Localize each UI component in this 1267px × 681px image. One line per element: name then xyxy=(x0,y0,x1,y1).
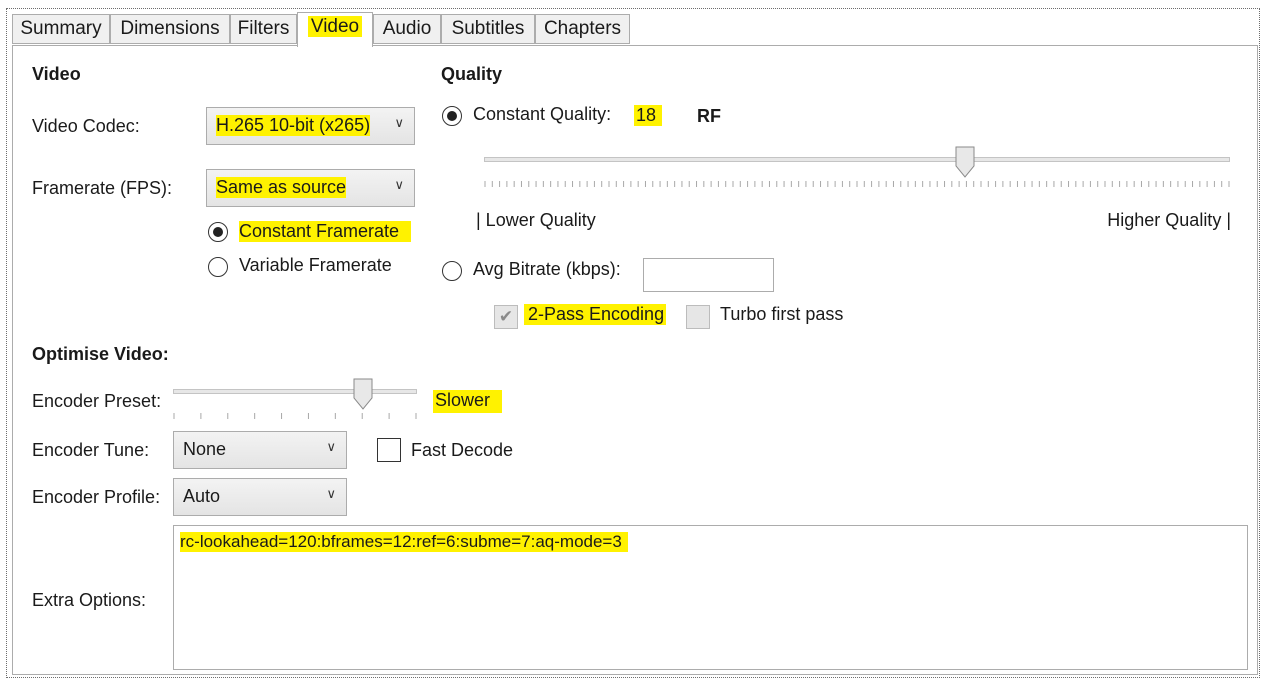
extra-options-textarea[interactable]: rc-lookahead=120:bframes=12:ref=6:subme=… xyxy=(173,525,1248,670)
two-pass-label: 2-Pass Encoding xyxy=(524,304,667,325)
two-pass-checkbox[interactable]: ✔ xyxy=(494,305,518,329)
constant-quality-label: Constant Quality: xyxy=(473,104,612,124)
tab-subtitles[interactable]: Subtitles xyxy=(441,14,535,44)
higher-quality-label: Higher Quality | xyxy=(1107,210,1231,230)
constant-framerate-label: Constant Framerate xyxy=(239,221,412,242)
variable-framerate-label: Variable Framerate xyxy=(239,255,392,275)
chevron-down-icon: ∨ xyxy=(326,439,336,454)
framerate-label: Framerate (FPS): xyxy=(32,178,173,198)
encoder-profile-label: Encoder Profile: xyxy=(32,487,161,507)
encoder-profile-dropdown[interactable]: Auto ∨ xyxy=(173,478,347,516)
turbo-first-pass-checkbox[interactable] xyxy=(686,305,710,329)
tab-filters[interactable]: Filters xyxy=(230,14,297,44)
tab-chapters[interactable]: Chapters xyxy=(535,14,630,44)
quality-section-title: Quality xyxy=(441,64,503,84)
quality-slider-ticks xyxy=(484,181,1230,187)
checkmark-icon: ✔ xyxy=(498,307,514,326)
tab-audio[interactable]: Audio xyxy=(373,14,441,44)
encoder-preset-value: Slower xyxy=(433,390,503,413)
avg-bitrate-label: Avg Bitrate (kbps): xyxy=(473,259,621,279)
variable-framerate-radio[interactable] xyxy=(208,257,228,277)
encoder-preset-slider-ticks xyxy=(173,413,417,419)
chevron-down-icon: ∨ xyxy=(394,177,404,192)
chevron-down-icon: ∨ xyxy=(394,115,404,130)
rf-label: RF xyxy=(697,106,721,126)
tab-summary[interactable]: Summary xyxy=(12,14,110,44)
video-section-title: Video xyxy=(32,64,81,84)
quality-slider-thumb[interactable] xyxy=(955,146,975,178)
encoder-tune-label: Encoder Tune: xyxy=(32,440,150,460)
encoder-preset-slider-track[interactable] xyxy=(173,389,417,394)
fast-decode-checkbox[interactable] xyxy=(377,438,401,462)
lower-quality-label: | Lower Quality xyxy=(476,210,596,230)
constant-framerate-radio[interactable] xyxy=(208,222,228,242)
optimise-section-title: Optimise Video: xyxy=(32,344,169,364)
video-codec-dropdown[interactable]: H.265 10-bit (x265) ∨ xyxy=(206,107,415,145)
constant-quality-radio[interactable] xyxy=(442,106,462,126)
extra-options-label: Extra Options: xyxy=(32,590,147,610)
encoder-profile-value: Auto xyxy=(183,486,221,506)
framerate-value: Same as source xyxy=(216,177,347,198)
video-codec-label: Video Codec: xyxy=(32,116,140,136)
constant-quality-value: 18 xyxy=(634,105,663,126)
chevron-down-icon: ∨ xyxy=(326,486,336,501)
quality-slider-track[interactable] xyxy=(484,157,1230,162)
tab-video[interactable]: Video xyxy=(297,12,373,47)
avg-bitrate-radio[interactable] xyxy=(442,261,462,281)
tab-dimensions[interactable]: Dimensions xyxy=(110,14,230,44)
encoder-preset-slider-thumb[interactable] xyxy=(353,378,373,410)
extra-options-value: rc-lookahead=120:bframes=12:ref=6:subme=… xyxy=(180,532,628,552)
framerate-dropdown[interactable]: Same as source ∨ xyxy=(206,169,415,207)
encoder-preset-label: Encoder Preset: xyxy=(32,391,162,411)
turbo-first-pass-label: Turbo first pass xyxy=(720,304,844,324)
encoder-tune-dropdown[interactable]: None ∨ xyxy=(173,431,347,469)
fast-decode-label: Fast Decode xyxy=(411,440,514,460)
encoder-tune-value: None xyxy=(183,439,227,459)
video-codec-value: H.265 10-bit (x265) xyxy=(216,115,371,136)
avg-bitrate-input[interactable] xyxy=(643,258,774,292)
